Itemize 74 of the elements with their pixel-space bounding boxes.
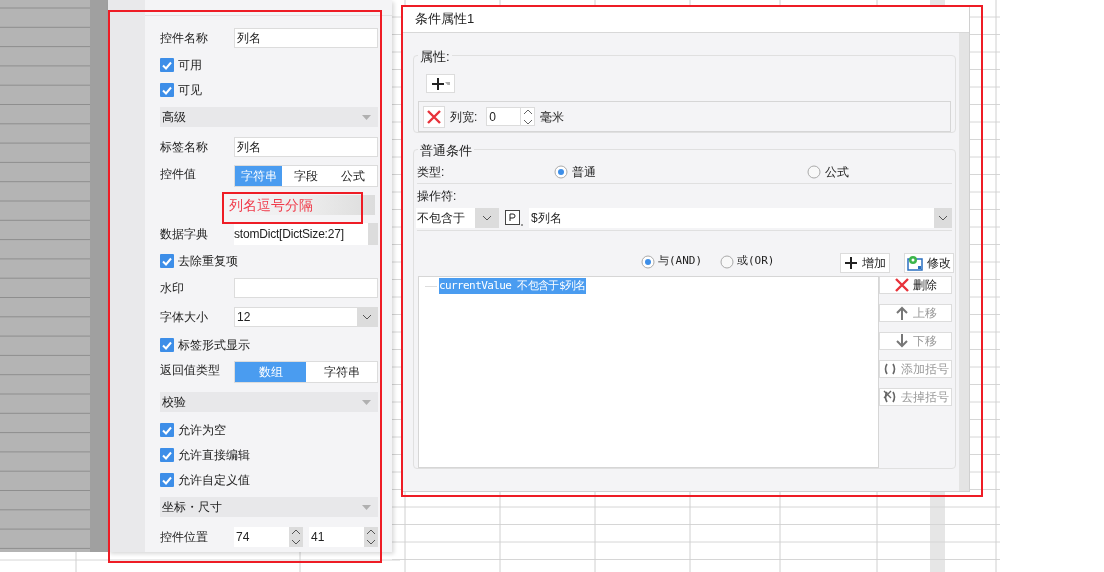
checkbox-label: 可见 bbox=[178, 81, 202, 99]
operator-dropdown[interactable]: 不包含于 bbox=[416, 208, 499, 228]
radio-button[interactable] bbox=[720, 254, 734, 269]
field-label: 操作符: bbox=[417, 188, 457, 206]
parameter-icon[interactable] bbox=[505, 210, 523, 227]
radio-label: 公式 bbox=[825, 163, 849, 181]
checkbox-label: 允许直接编辑 bbox=[178, 446, 250, 464]
field-label: 返回值类型 bbox=[160, 362, 221, 379]
caret-icon bbox=[362, 114, 371, 120]
dialog-title: 条件属性1 bbox=[403, 6, 969, 33]
checkbox[interactable] bbox=[160, 82, 174, 97]
checkbox[interactable] bbox=[160, 447, 174, 462]
plus-icon bbox=[844, 257, 857, 269]
checkbox-label: 允许为空 bbox=[178, 421, 226, 439]
spinner-arrows-icon[interactable] bbox=[364, 527, 378, 547]
font-size-dropdown[interactable]: 12 bbox=[234, 307, 378, 327]
radio-label: 或(OR) bbox=[737, 253, 775, 270]
modify-button[interactable]: 修改 bbox=[904, 253, 954, 273]
radio-label: 普通 bbox=[572, 163, 596, 181]
section-header: 高级 bbox=[162, 109, 186, 126]
checkbox[interactable] bbox=[160, 57, 174, 72]
section-header: 校验 bbox=[162, 394, 186, 411]
radio-button[interactable] bbox=[807, 164, 821, 179]
checkbox-label: 可用 bbox=[178, 56, 202, 74]
text-field[interactable] bbox=[234, 277, 378, 298]
add-property-button[interactable] bbox=[426, 74, 455, 93]
radio-button[interactable] bbox=[641, 254, 655, 269]
checkbox-label: 标签形式显示 bbox=[178, 336, 250, 354]
spinner-arrows-icon[interactable] bbox=[520, 107, 535, 126]
text-field[interactable]: 列名 bbox=[234, 136, 378, 157]
checkbox[interactable] bbox=[160, 472, 174, 487]
operand-dropdown[interactable]: $列名 bbox=[529, 208, 952, 228]
side-button[interactable]: 删除 bbox=[879, 276, 952, 294]
remove-property-button[interactable] bbox=[423, 105, 445, 128]
number-spinner[interactable]: 74 bbox=[234, 527, 303, 547]
checkbox[interactable] bbox=[160, 422, 174, 437]
close-icon bbox=[894, 277, 910, 293]
chevron-icon bbox=[362, 314, 372, 320]
field-label: 数据字典 bbox=[160, 225, 209, 243]
number-spinner[interactable]: 0 bbox=[486, 107, 536, 126]
unit-label: 毫米 bbox=[540, 108, 565, 126]
close-icon bbox=[427, 109, 441, 124]
up-arrow-icon bbox=[894, 305, 910, 321]
chevron-icon bbox=[482, 215, 492, 222]
annotation-text: 列名逗号分隔 bbox=[229, 195, 375, 215]
checkbox-label: 允许自定义值 bbox=[178, 471, 250, 489]
checkbox[interactable] bbox=[160, 337, 174, 352]
checkbox-label: 去除重复项 bbox=[178, 252, 238, 270]
dictionary-field[interactable]: stomDict[DictSize:27] bbox=[234, 222, 378, 245]
checkbox[interactable] bbox=[160, 253, 174, 268]
gear-window-icon bbox=[907, 255, 923, 271]
down-arrow-icon bbox=[894, 333, 910, 349]
field-label: 列宽: bbox=[450, 108, 478, 126]
caret-icon bbox=[444, 82, 450, 85]
parentheses-icon bbox=[882, 361, 898, 377]
spinner-arrows-icon[interactable] bbox=[289, 527, 303, 547]
field-label: 控件位置 bbox=[160, 529, 209, 546]
field-label: 控件名称 bbox=[160, 29, 209, 47]
caret-icon bbox=[362, 399, 371, 405]
field-label: 类型: bbox=[417, 163, 445, 181]
radio-label: 与(AND) bbox=[658, 253, 703, 270]
section-header: 坐标・尺寸 bbox=[162, 499, 222, 516]
add-button[interactable]: 增加 bbox=[840, 253, 890, 273]
caret-icon bbox=[362, 504, 371, 510]
number-spinner[interactable]: 41 bbox=[309, 527, 378, 547]
plus-icon bbox=[431, 77, 444, 90]
crossed-parentheses-icon bbox=[882, 389, 898, 405]
radio-button[interactable] bbox=[554, 164, 568, 179]
text-field[interactable]: 列名 bbox=[234, 27, 378, 48]
field-label: 水印 bbox=[160, 279, 185, 297]
chevron-icon bbox=[938, 215, 948, 222]
field-label: 标签名称 bbox=[160, 138, 209, 156]
field-label: 控件值 bbox=[160, 166, 197, 183]
field-label: 字体大小 bbox=[160, 309, 209, 326]
